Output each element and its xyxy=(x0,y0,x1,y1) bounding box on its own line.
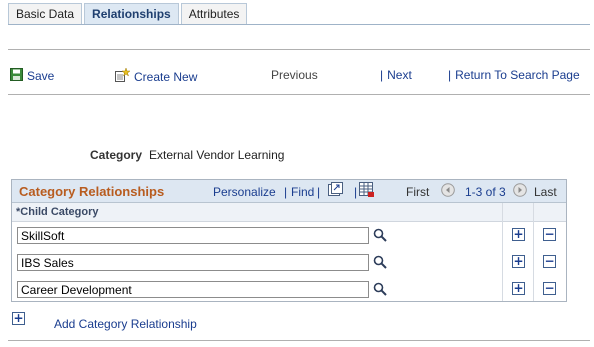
personalize-link[interactable]: Personalize xyxy=(213,185,276,199)
category-value: External Vendor Learning xyxy=(149,148,285,162)
table-row: + − xyxy=(12,222,566,249)
tab-relationships[interactable]: Relationships xyxy=(84,3,179,25)
lookup-icon[interactable] xyxy=(373,282,387,296)
lookup-icon[interactable] xyxy=(373,255,387,269)
table-row: + − xyxy=(12,249,566,276)
tab-bar: Basic Data Relationships Attributes xyxy=(8,3,249,25)
view-all-icon[interactable] xyxy=(328,182,343,199)
delete-row-button[interactable]: − xyxy=(543,255,556,268)
divider-toolbar xyxy=(8,94,590,95)
save-link[interactable]: Save xyxy=(27,69,54,83)
toolbar: Save Create New Previous | Next | Return… xyxy=(0,67,594,86)
tab-underline xyxy=(8,24,590,25)
add-category-relationship-button[interactable]: + xyxy=(12,312,25,325)
child-category-input[interactable] xyxy=(17,281,369,298)
row-range: 1-3 of 3 xyxy=(465,185,506,199)
save-action[interactable]: Save xyxy=(10,68,54,84)
grid-title: Category Relationships xyxy=(19,184,165,199)
divider-bottom xyxy=(8,340,590,341)
separator: | xyxy=(317,185,321,199)
lookup-icon[interactable] xyxy=(373,228,387,242)
create-new-icon xyxy=(115,67,131,85)
delete-row-button[interactable]: − xyxy=(543,282,556,295)
previous-button[interactable]: Previous xyxy=(271,68,318,82)
next-row-icon[interactable] xyxy=(513,183,527,200)
first-label: First xyxy=(406,185,430,199)
table-row: + − xyxy=(12,276,566,303)
add-category-relationship-link[interactable]: Add Category Relationship xyxy=(54,317,197,331)
child-category-column-header: *Child Category xyxy=(16,206,99,218)
return-to-search-link[interactable]: Return To Search Page xyxy=(455,68,580,82)
return-search-action[interactable]: | Return To Search Page xyxy=(448,68,580,82)
child-category-input[interactable] xyxy=(17,227,369,244)
download-grid-icon[interactable] xyxy=(359,182,375,201)
grid-header: Category Relationships Personalize | Fin… xyxy=(12,180,566,203)
separator: | xyxy=(448,68,452,82)
find-link[interactable]: Find xyxy=(291,185,314,199)
add-row-button[interactable]: + xyxy=(512,255,525,268)
next-link[interactable]: Next xyxy=(387,68,412,82)
separator: | xyxy=(284,185,288,199)
last-label: Last xyxy=(534,185,557,199)
category-label: Category xyxy=(90,148,143,162)
category-relationships-grid: Category Relationships Personalize | Fin… xyxy=(11,179,567,302)
separator: | xyxy=(354,185,358,199)
tab-basic-data[interactable]: Basic Data xyxy=(8,3,83,24)
add-row-button[interactable]: + xyxy=(512,228,525,241)
create-new-action[interactable]: Create New xyxy=(115,67,197,85)
divider-top xyxy=(8,49,590,50)
delete-row-button[interactable]: − xyxy=(543,228,556,241)
save-icon xyxy=(10,68,23,84)
add-row-button[interactable]: + xyxy=(512,282,525,295)
tab-attributes[interactable]: Attributes xyxy=(180,3,248,24)
separator: | xyxy=(380,68,384,82)
previous-row-icon[interactable] xyxy=(441,183,455,200)
next-action[interactable]: | Next xyxy=(380,68,412,82)
column-header-row: *Child Category xyxy=(12,203,566,222)
child-category-input[interactable] xyxy=(17,254,369,271)
create-new-link[interactable]: Create New xyxy=(134,70,197,84)
